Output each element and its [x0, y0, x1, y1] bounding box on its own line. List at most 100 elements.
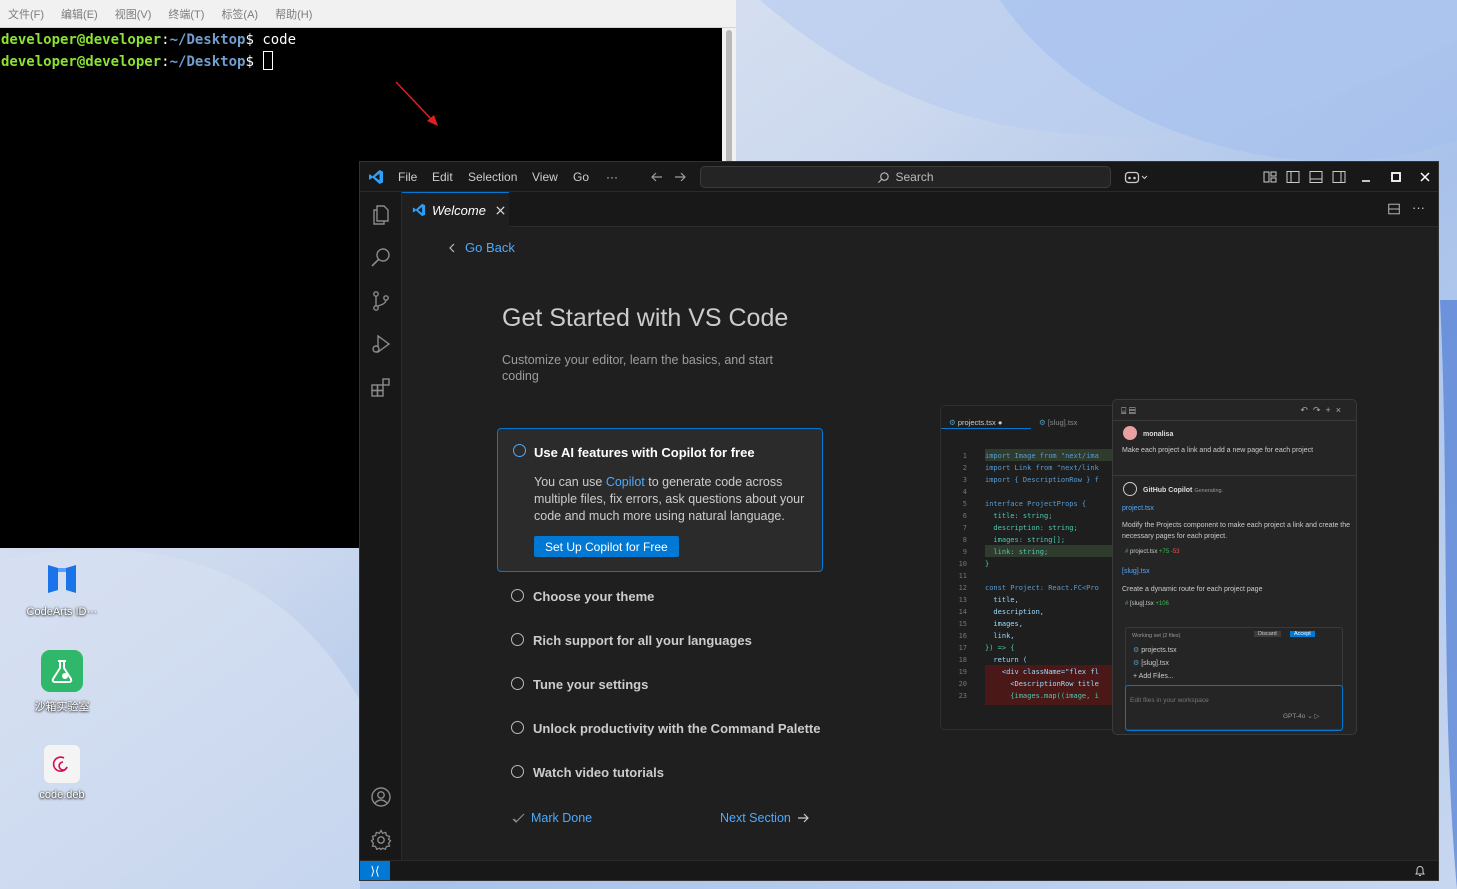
mark-done-link[interactable]: Mark Done: [512, 811, 592, 825]
step-radio[interactable]: [511, 589, 524, 602]
line-number: 2: [962, 464, 967, 472]
code-line: interface ProjectProps {: [985, 500, 1087, 508]
source-control-icon[interactable]: [369, 289, 393, 313]
close-icon[interactable]: [1417, 169, 1433, 185]
desktop-icon-code-deb[interactable]: code.deb: [12, 745, 112, 801]
line-number: 15: [958, 620, 967, 628]
copilot-link[interactable]: Copilot: [606, 475, 645, 489]
code-line: return (: [985, 656, 1028, 664]
step-radio[interactable]: [513, 444, 526, 457]
code-line: title,: [985, 596, 1019, 604]
terminal-menu-terminal[interactable]: 终端(T): [168, 6, 204, 22]
line-number: 5: [962, 500, 967, 508]
tab-label: Welcome: [432, 202, 486, 218]
menu-edit[interactable]: Edit: [432, 170, 453, 184]
run-debug-icon[interactable]: [369, 332, 393, 356]
toggle-sidebar-icon[interactable]: [1285, 169, 1301, 185]
code-line: link,: [985, 632, 1015, 640]
desktop-icon-codearts[interactable]: CodeArts ID···: [12, 558, 112, 618]
sandbox-lab-icon: [41, 650, 83, 692]
bell-icon[interactable]: [1414, 864, 1426, 877]
chat-file-ref: [slug].tsx: [1122, 568, 1150, 575]
step-title: Watch video tutorials: [533, 765, 664, 780]
page-title: Get Started with VS Code: [502, 304, 789, 332]
vscode-logo-icon: [412, 203, 426, 217]
code-line: {images.map((image, i: [985, 692, 1099, 700]
terminal-menu-file[interactable]: 文件(F): [8, 6, 44, 22]
toggle-panel-icon[interactable]: [1308, 169, 1324, 185]
toggle-secondary-sidebar-icon[interactable]: [1331, 169, 1347, 185]
status-bar: ⟩⟨: [360, 860, 1438, 880]
step-radio[interactable]: [511, 677, 524, 690]
terminal-cursor: [263, 51, 274, 70]
chat-input: Edit files in your workspace GPT-4o ⌄ ▷: [1125, 685, 1343, 731]
code-line: images: string[];: [985, 536, 1066, 544]
extensions-icon[interactable]: [369, 375, 393, 399]
go-back-link[interactable]: Go Back: [448, 240, 515, 255]
maximize-icon[interactable]: [1388, 169, 1404, 185]
step-title: Use AI features with Copilot for free: [534, 445, 755, 460]
settings-gear-icon[interactable]: [369, 828, 393, 852]
terminal-scrollbar[interactable]: [726, 30, 732, 164]
explorer-icon[interactable]: [369, 203, 393, 227]
line-number: 14: [958, 608, 967, 616]
step-title: Rich support for all your languages: [533, 633, 752, 648]
arrow-left-icon[interactable]: [649, 169, 665, 185]
codearts-icon: [41, 558, 83, 600]
split-editor-icon[interactable]: [1387, 202, 1401, 216]
line-number: 10: [958, 560, 967, 568]
remote-indicator-icon[interactable]: ⟩⟨: [360, 861, 390, 880]
chevron-left-icon: [449, 243, 455, 252]
customize-layout-icon[interactable]: [1262, 169, 1278, 185]
minimize-icon[interactable]: [1358, 169, 1374, 185]
terminal-line: developer@developer:~/Desktop$ code: [1, 32, 297, 48]
chat-message: Modify the Projects component to make ea…: [1122, 522, 1351, 540]
step-radio[interactable]: [511, 633, 524, 646]
line-number: 9: [962, 548, 967, 556]
welcome-page: Go Back Get Started with VS Code Customi…: [402, 227, 1438, 860]
terminal-menu-help[interactable]: 帮助(H): [275, 6, 312, 22]
search-label: Search: [895, 170, 934, 184]
line-number: 17: [958, 644, 967, 652]
accept-button: Accept: [1290, 631, 1315, 637]
line-number: 20: [958, 680, 967, 688]
terminal-menubar: 文件(F) 编辑(E) 视图(V) 终端(T) 标签(A) 帮助(H): [0, 0, 736, 28]
next-section-link[interactable]: Next Section: [720, 811, 810, 825]
step-radio[interactable]: [511, 765, 524, 778]
chat-header-icons: ⌸ ▤: [1121, 406, 1136, 416]
terminal-menu-view[interactable]: 视图(V): [115, 6, 152, 22]
tab-close-icon[interactable]: [495, 205, 506, 216]
more-actions-icon[interactable]: ···: [1412, 200, 1425, 215]
menu-view[interactable]: View: [532, 170, 558, 184]
code-line: images,: [985, 620, 1023, 628]
arrow-right-icon: [797, 813, 809, 823]
menu-file[interactable]: File: [398, 170, 417, 184]
line-number: 8: [962, 536, 967, 544]
tab-welcome[interactable]: Welcome: [402, 192, 509, 227]
chat-message: Create a dynamic route for each project …: [1122, 586, 1263, 593]
terminal-line: developer@developer:~/Desktop$: [1, 51, 274, 73]
setup-copilot-button[interactable]: Set Up Copilot for Free: [534, 536, 679, 557]
menu-selection[interactable]: Selection: [468, 170, 517, 184]
terminal-menu-edit[interactable]: 编辑(E): [61, 6, 98, 22]
desktop-icon-label: CodeArts ID···: [26, 606, 98, 618]
step-description: You can use Copilot to generate code acr…: [534, 475, 805, 523]
copilot-menu-icon[interactable]: [1124, 169, 1150, 185]
accounts-icon[interactable]: [369, 785, 393, 809]
discard-button: Discard: [1254, 631, 1281, 637]
desktop-icon-sandbox[interactable]: 沙箱实验室: [12, 650, 112, 714]
search-icon[interactable]: [369, 246, 393, 270]
activity-bar: [360, 192, 402, 862]
preview-editor: ⚙ projects.tsx ● ⚙ [slug].tsx 1 import Im…: [940, 405, 1116, 730]
step-copilot[interactable]: Use AI features with Copilot for free Yo…: [497, 428, 823, 572]
line-number: 23: [958, 692, 967, 700]
copilot-avatar-icon: [1123, 482, 1137, 496]
check-icon: [512, 813, 525, 823]
menu-more[interactable]: ···: [606, 170, 618, 184]
menu-go[interactable]: Go: [573, 170, 589, 184]
command-center-search[interactable]: Search: [700, 166, 1111, 188]
step-radio[interactable]: [511, 721, 524, 734]
line-number: 1: [962, 452, 967, 460]
arrow-right-icon[interactable]: [672, 169, 688, 185]
terminal-menu-tabs[interactable]: 标签(A): [221, 6, 258, 22]
